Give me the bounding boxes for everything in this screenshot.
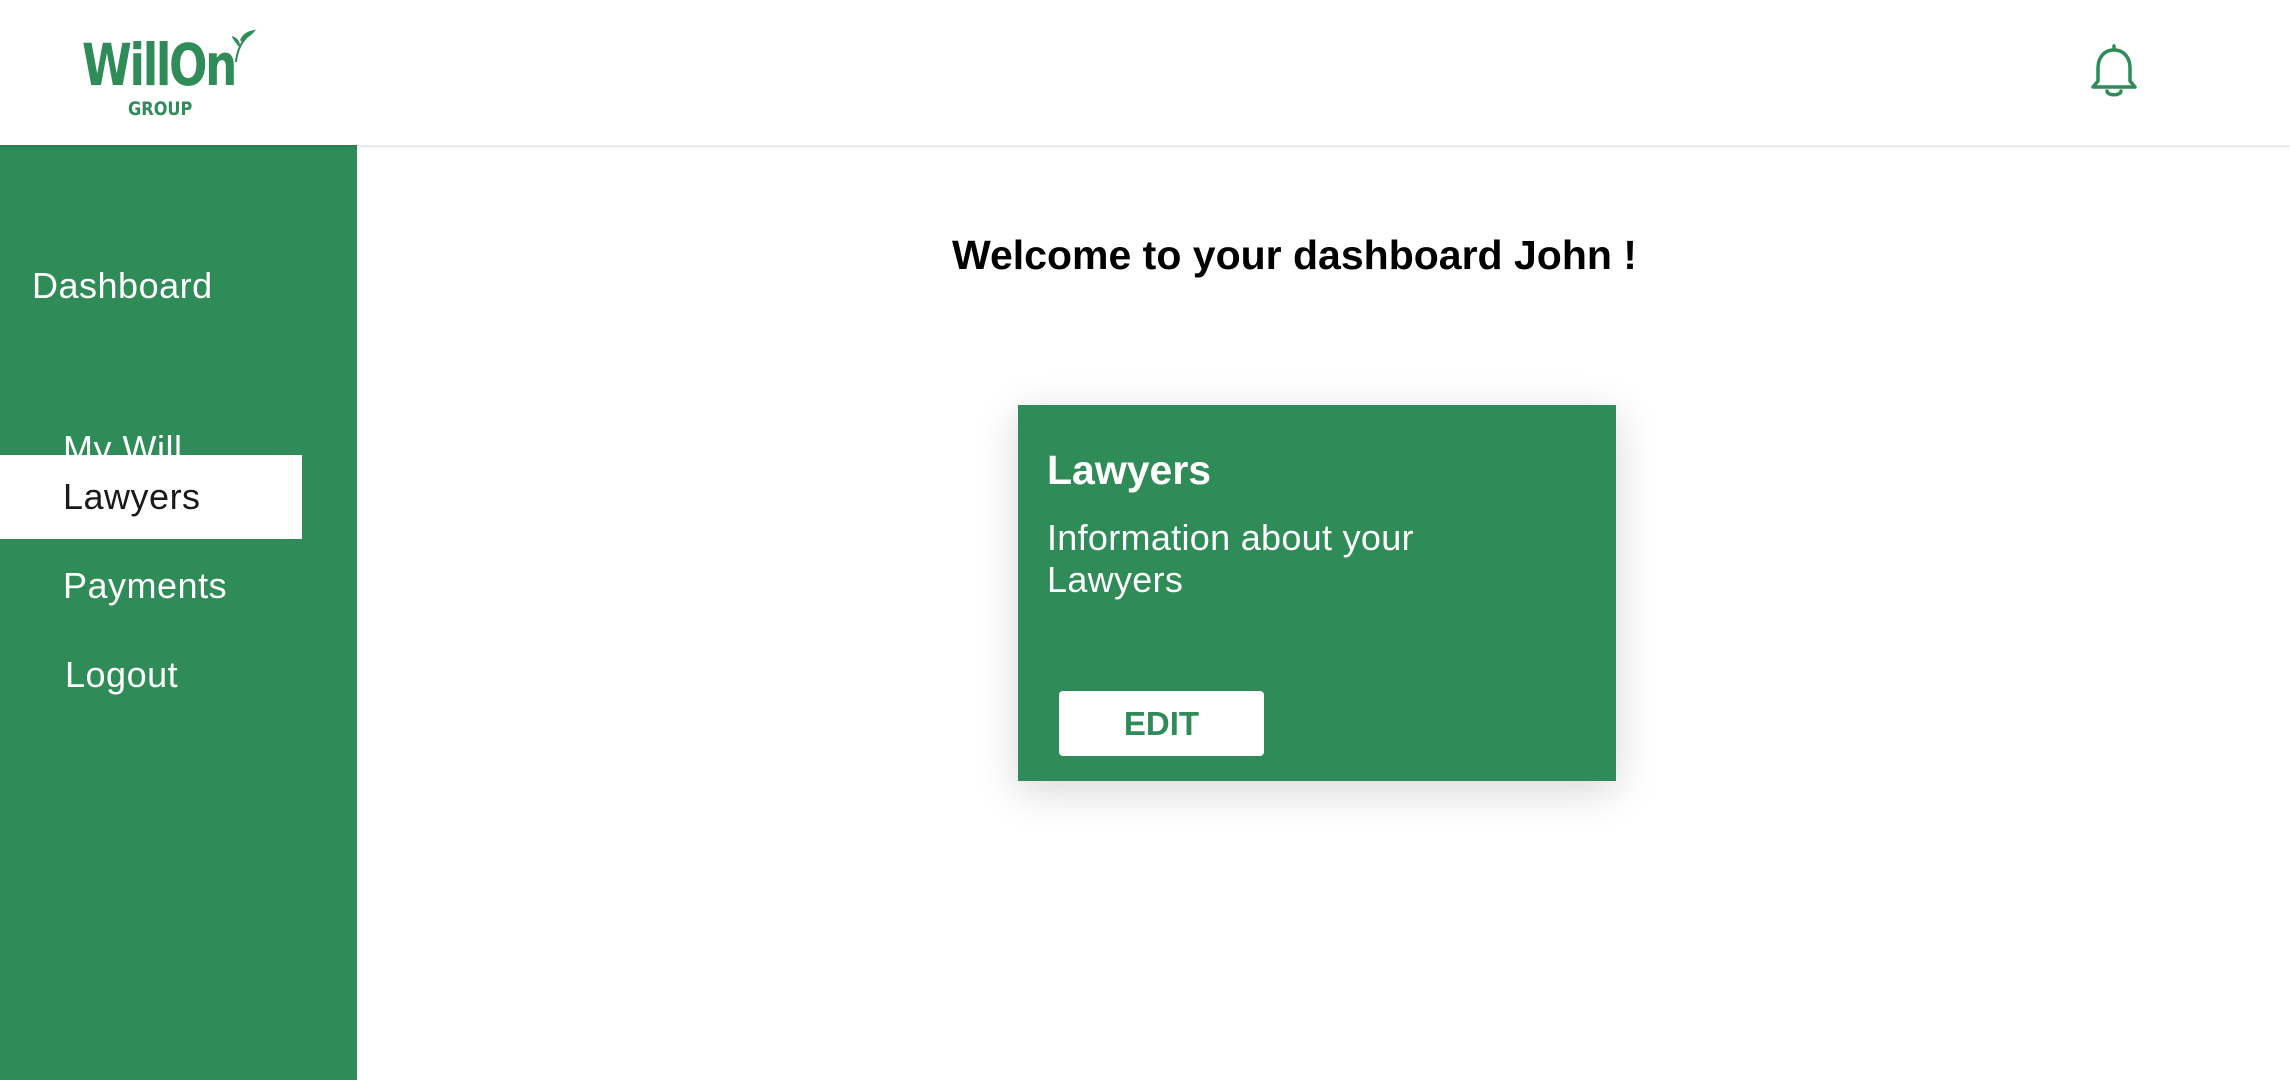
sidebar: Dashboard My Will Lawyers Payments Logou…: [0, 145, 357, 1080]
sidebar-item-label: Payments: [63, 565, 228, 606]
willon-logo[interactable]: WillOn GROUP: [82, 24, 262, 124]
top-bar: WillOn GROUP: [0, 0, 2290, 145]
sidebar-item-payments[interactable]: Payments: [0, 544, 302, 628]
sidebar-item-label: Lawyers: [63, 476, 201, 517]
page-title: Welcome to your dashboard John !: [952, 232, 1637, 278]
card-title: Lawyers: [1047, 447, 1212, 493]
logo-subtitle: GROUP: [128, 98, 193, 120]
sidebar-item-lawyers[interactable]: Lawyers: [0, 455, 302, 539]
logo-wordmark: WillOn: [82, 31, 237, 99]
edit-button[interactable]: EDIT: [1059, 691, 1264, 756]
leaf-icon: [232, 28, 257, 63]
bell-icon[interactable]: [2088, 44, 2140, 100]
sidebar-item-logout[interactable]: Logout: [0, 633, 302, 717]
card-description: Information about your Lawyers: [1047, 517, 1414, 600]
sidebar-item-dashboard[interactable]: Dashboard: [32, 265, 213, 307]
sidebar-item-label: Logout: [65, 654, 179, 695]
lawyers-card: Lawyers Information about your Lawyers E…: [1018, 405, 1616, 781]
